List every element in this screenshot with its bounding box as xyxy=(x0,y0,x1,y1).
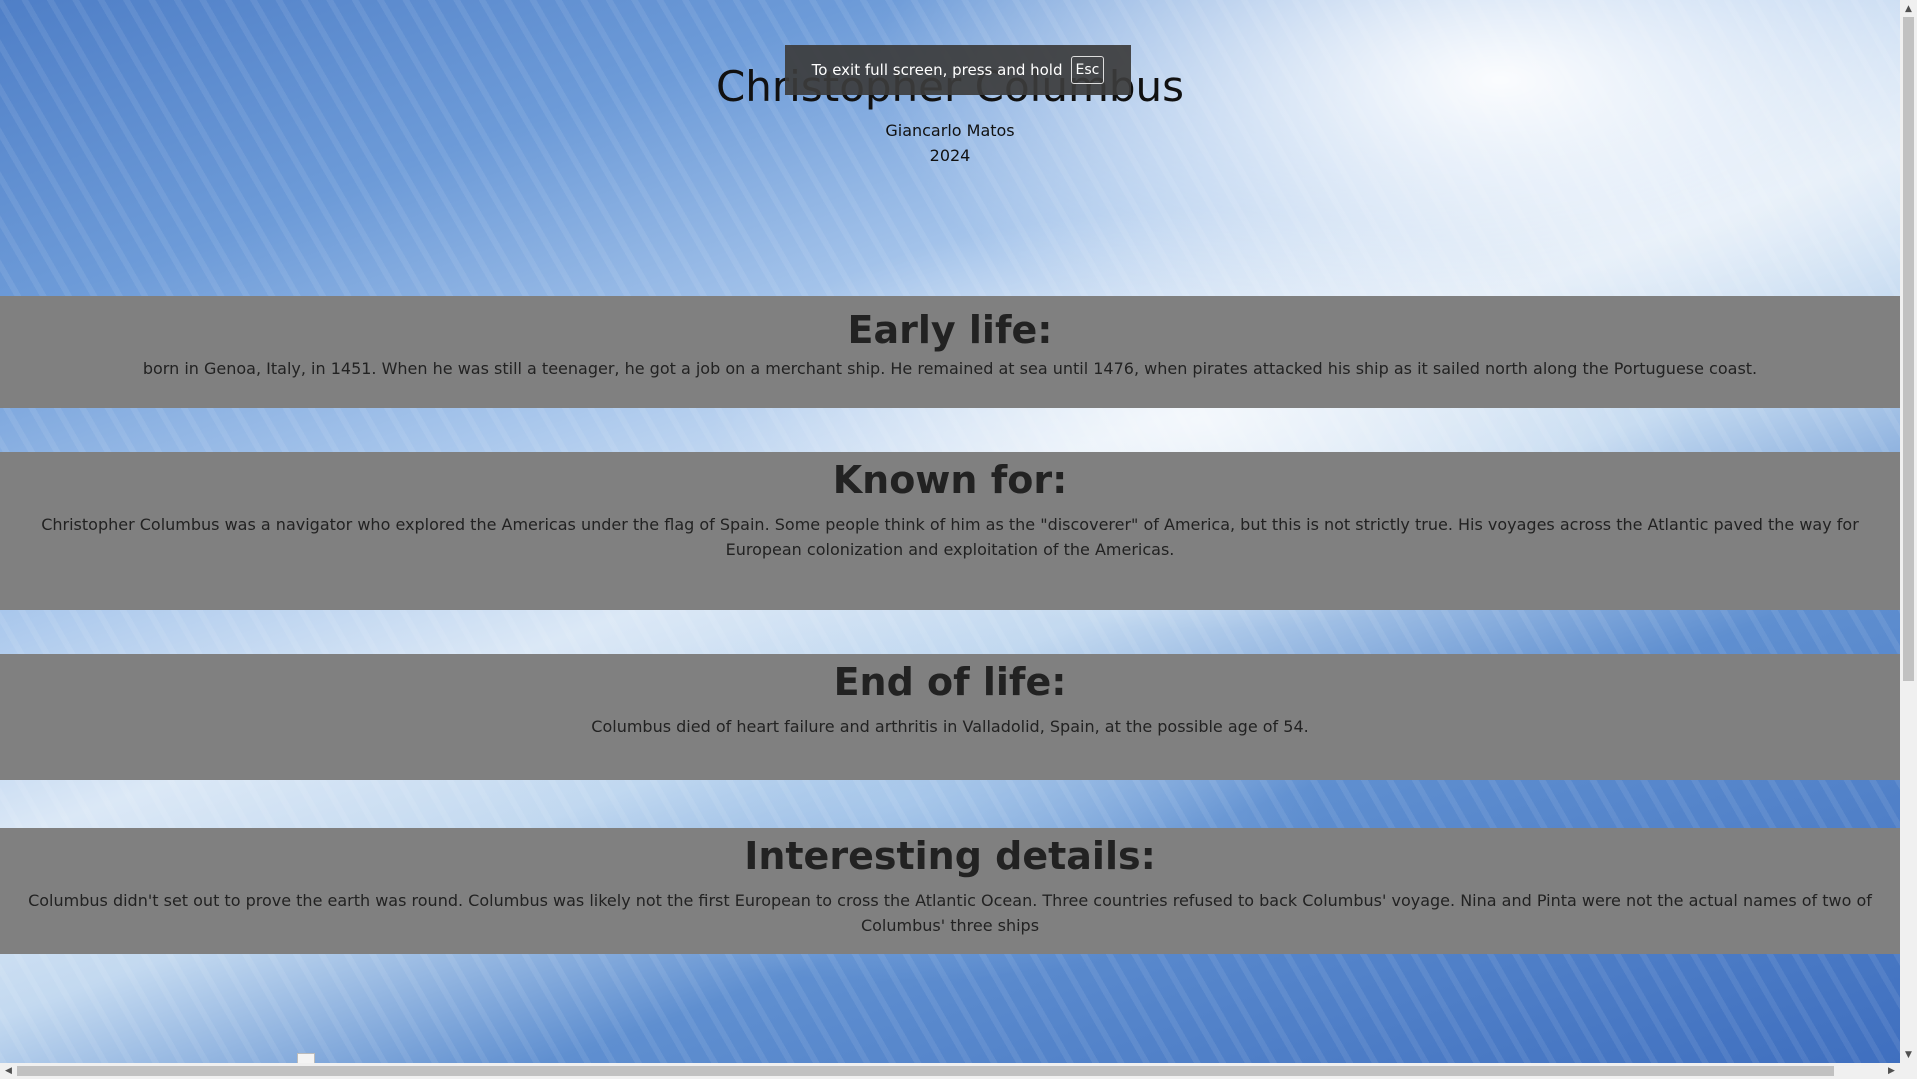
section-heading: Interesting details: xyxy=(744,834,1156,878)
vertical-scrollbar[interactable]: ▲ ▼ xyxy=(1900,0,1917,1063)
triangle-left-icon[interactable]: ◀ xyxy=(0,1063,17,1079)
section-early-life: Early life: born in Genoa, Italy, in 145… xyxy=(0,296,1900,408)
broken-image-icon xyxy=(297,1053,315,1063)
triangle-right-icon[interactable]: ▶ xyxy=(1883,1063,1900,1079)
horizontal-scrollbar[interactable]: ◀ ▶ xyxy=(0,1063,1900,1079)
section-end-of-life: End of life: Columbus died of heart fail… xyxy=(0,654,1900,780)
year-label: 2024 xyxy=(929,146,971,165)
section-text: Columbus didn't set out to prove the ear… xyxy=(28,891,1872,935)
section-heading: Known for: xyxy=(832,458,1068,502)
section-heading: End of life: xyxy=(833,660,1067,704)
esc-key-badge: Esc xyxy=(1070,56,1105,84)
section-interesting-details: Interesting details: Columbus didn't set… xyxy=(0,828,1900,954)
scrollbar-corner xyxy=(1900,1063,1917,1079)
section-known-for: Known for: Christopher Columbus was a na… xyxy=(0,452,1900,610)
fullscreen-exit-notice: To exit full screen, press and hold Esc xyxy=(785,45,1131,95)
triangle-down-icon[interactable]: ▼ xyxy=(1900,1046,1917,1063)
page-viewport: Christopher Columbus Giancarlo Matos 202… xyxy=(0,0,1900,1063)
vertical-scroll-thumb[interactable] xyxy=(1903,17,1914,681)
horizontal-scroll-thumb[interactable] xyxy=(17,1066,1834,1076)
section-text: Christopher Columbus was a navigator who… xyxy=(41,515,1859,559)
section-text: born in Genoa, Italy, in 1451. When he w… xyxy=(142,359,1758,378)
fullscreen-notice-text: To exit full screen, press and hold xyxy=(811,61,1063,79)
section-text: Columbus died of heart failure and arthr… xyxy=(591,717,1309,736)
author-name: Giancarlo Matos xyxy=(885,121,1015,140)
section-heading: Early life: xyxy=(847,308,1053,352)
triangle-up-icon[interactable]: ▲ xyxy=(1900,0,1917,17)
